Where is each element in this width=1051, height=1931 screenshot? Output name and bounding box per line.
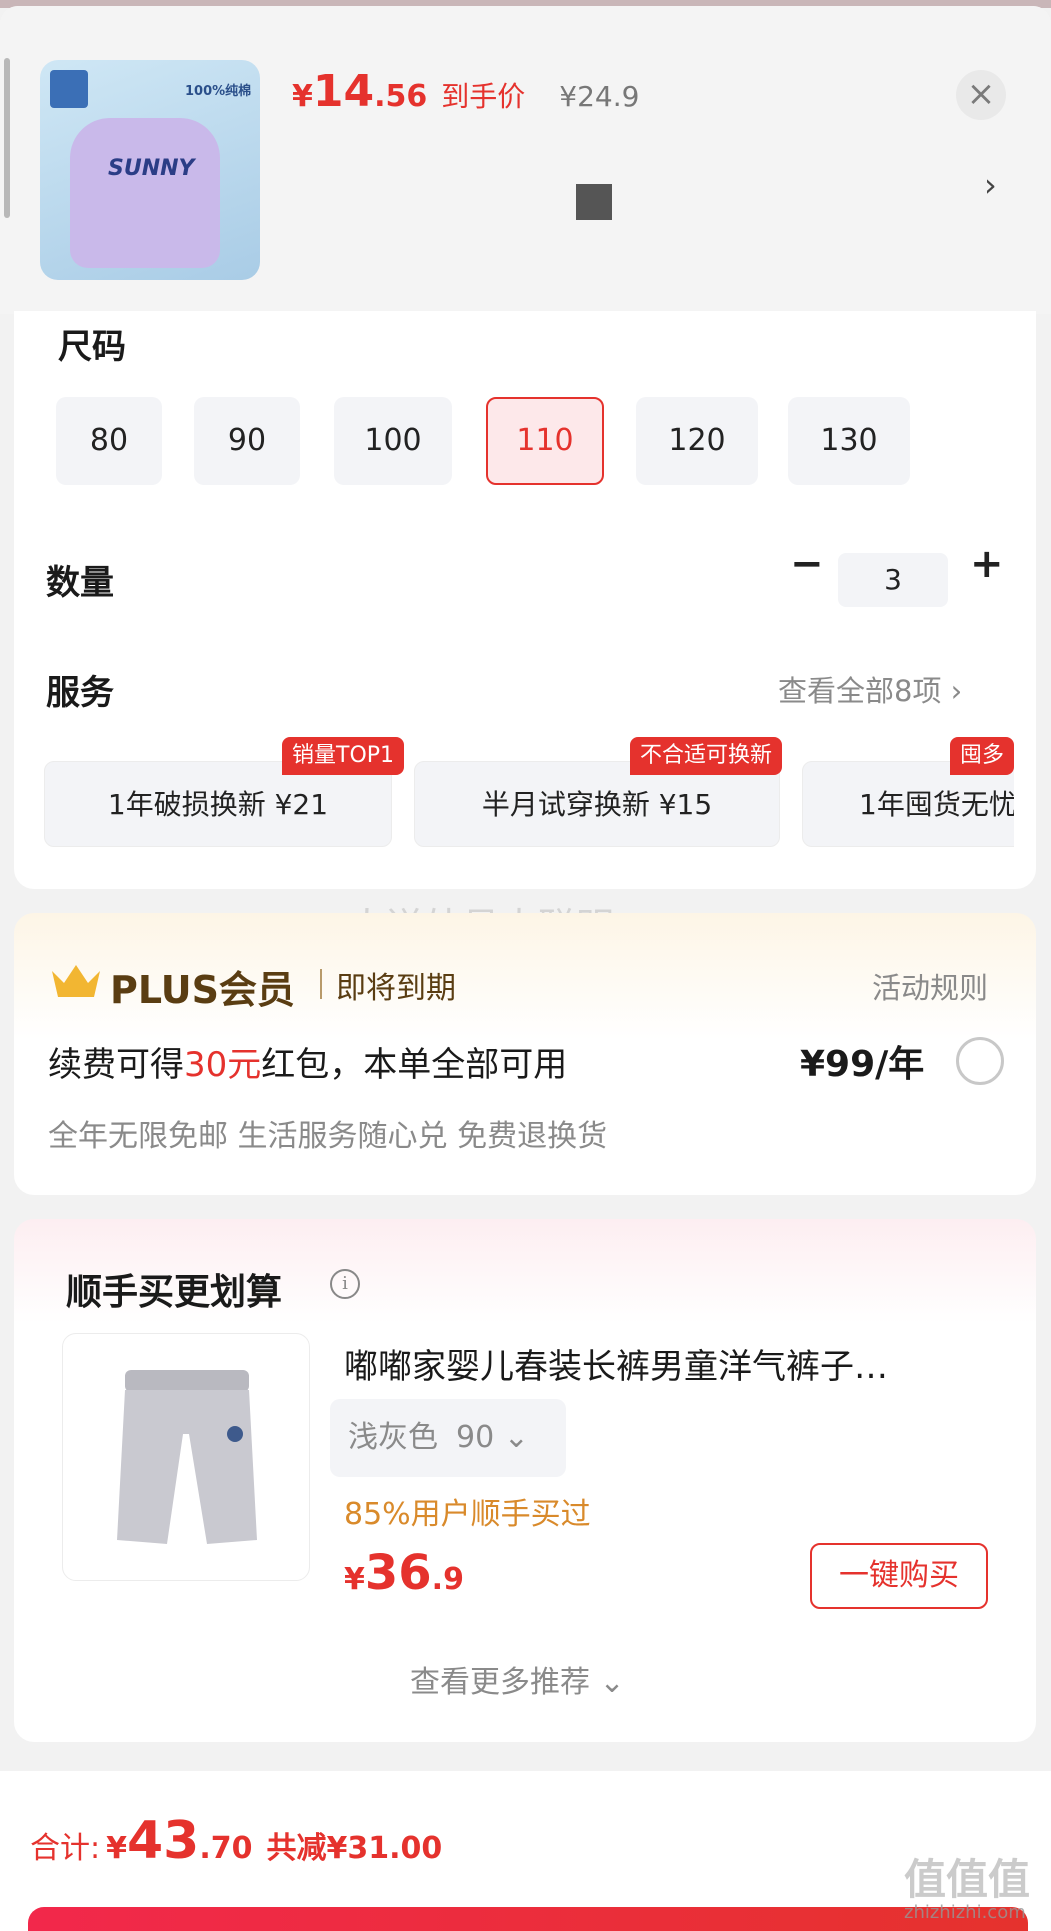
selected-variant-swatch[interactable] [576,184,612,220]
original-price: ¥24.9 [559,80,640,113]
total-integer: 43 [126,1811,200,1871]
quantity-input[interactable]: 3 [838,553,948,607]
close-button[interactable]: × [956,70,1006,120]
quantity-title: 数量 [46,563,114,603]
recommend-bought-rate: 85%用户顺手买过 [344,1497,591,1532]
service-view-all-link[interactable]: 查看全部8项 › [778,668,962,710]
plus-benefits: 全年无限免邮 生活服务随心兑 免费退换货 [48,1119,608,1154]
plus-title: PLUS会员 [110,968,295,1012]
size-option-100[interactable]: 100 [334,397,452,485]
recommend-product-image[interactable] [62,1333,310,1581]
one-click-buy-button[interactable]: 一键购买 [810,1543,988,1609]
product-thumbnail[interactable]: 100%纯棉 SUNNY [40,60,260,280]
options-card: 尺码 80 90 100 110 120 130 数量 − 3 + 服务 查看全… [14,311,1036,889]
close-icon: × [966,74,996,114]
view-more-recommendations[interactable]: 查看更多推荐 ⌄ [410,1657,625,1701]
plus-select-radio[interactable] [956,1037,1004,1085]
crown-icon [52,965,100,997]
plus-price: ¥99/年 [800,1044,925,1085]
plus-membership-card: PLUS会员 即将到期 活动规则 续费可得30元红包，本单全部可用 ¥99/年 … [14,913,1036,1195]
size-option-130[interactable]: 130 [788,397,910,485]
checkout-button[interactable] [28,1907,1028,1931]
brand-logo [50,70,88,108]
spec-size: 90 [456,1420,495,1455]
scrollbar[interactable] [4,58,10,218]
price-currency: ¥ [344,1562,365,1597]
service-options-scroller[interactable]: 1年破损换新 ¥21 销量TOP1 半月试穿换新 ¥15 不合适可换新 1年囤货… [44,737,1014,857]
service-badge: 囤多 [950,737,1014,775]
size-option-90[interactable]: 90 [194,397,300,485]
total-discount: 共减¥31.00 [266,1831,443,1866]
service-badge: 不合适可换新 [630,737,783,775]
renew-amount: 30元 [184,1045,262,1085]
service-title: 服务 [46,673,114,713]
recommend-title: 顺手买更划算 [66,1272,283,1313]
price-row: ¥ 14 .56 到手价 ¥24.9 [292,66,639,126]
price-decimal: .56 [374,79,428,114]
checkout-bar: 合计: ¥ 43 .70 共减¥31.00 [0,1771,1051,1931]
sheet-header: 100%纯棉 SUNNY ¥ 14 .56 到手价 ¥24.9 × › [0,6,1051,314]
product-options-sheet: 100%纯棉 SUNNY ¥ 14 .56 到手价 ¥24.9 × › 尺码 8… [0,6,1051,1931]
site-watermark: 值值值 [904,1855,1031,1904]
quantity-plus-button[interactable]: + [970,541,1004,587]
recommend-spec-selector[interactable]: 浅灰色 90 ⌄ [330,1399,566,1477]
quantity-minus-button[interactable]: − [790,541,824,587]
total-label: 合计: [30,1831,101,1866]
recommend-product-name[interactable]: 嘟嘟家婴儿春装长裤男童洋气裤子… [344,1339,1014,1388]
renew-suffix: 红包，本单全部可用 [261,1045,568,1085]
size-option-110-selected[interactable]: 110 [486,397,604,485]
total-currency: ¥ [106,1831,127,1866]
info-icon[interactable]: i [330,1269,360,1299]
pants-image [117,1370,257,1544]
divider [0,1750,1051,1772]
chevron-right-icon[interactable]: › [984,166,997,204]
shirt-image [70,118,220,268]
order-total: 合计: ¥ 43 .70 共减¥31.00 [30,1811,442,1871]
recommend-price: ¥36.9 [344,1545,464,1601]
plus-renew-offer: 续费可得30元红包，本单全部可用 [48,1037,567,1086]
chevron-down-icon: ⌄ [503,1420,529,1455]
price-currency: ¥ [292,79,313,114]
service-badge: 销量TOP1 [282,737,405,775]
price-integer: 36 [364,1545,432,1601]
site-watermark-url: zhizhizhi.com [904,1902,1026,1923]
plus-expiry-status: 即将到期 [336,971,456,1006]
size-option-80[interactable]: 80 [56,397,162,485]
price-decimal: .9 [431,1562,464,1597]
size-title: 尺码 [58,327,126,367]
spec-color: 浅灰色 [348,1420,438,1455]
thumbnail-promo-text: 100%纯棉 [185,84,252,99]
final-price-tag: 到手价 [441,80,526,113]
price-integer: 14 [312,66,375,117]
renew-prefix: 续费可得 [48,1045,184,1085]
shirt-print-text: SUNNY [108,156,195,181]
size-option-120[interactable]: 120 [636,397,758,485]
total-decimal: .70 [199,1831,253,1866]
recommend-card: 顺手买更划算 i 嘟嘟家婴儿春装长裤男童洋气裤子… 浅灰色 90 ⌄ 85%用户顺… [14,1219,1036,1742]
plus-rules-link[interactable]: 活动规则 [872,965,988,1007]
divider [320,969,322,999]
